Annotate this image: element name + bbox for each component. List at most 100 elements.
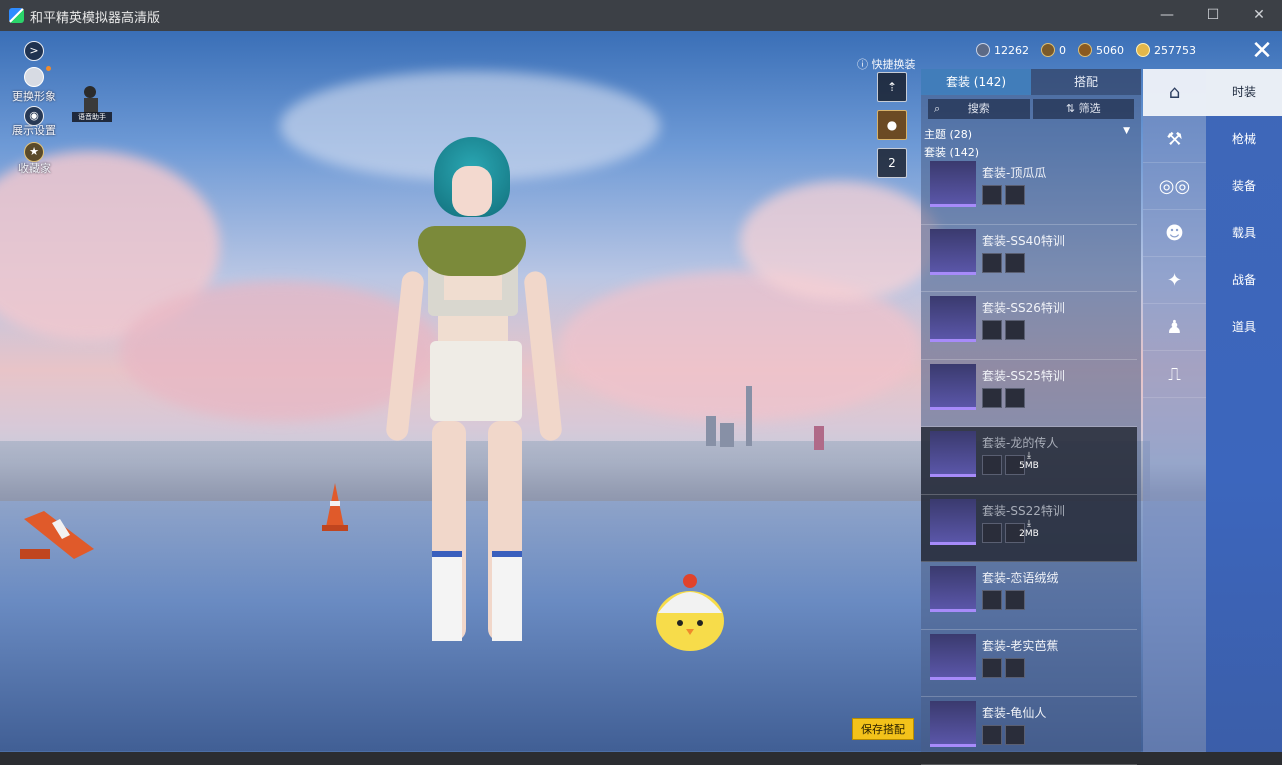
download-indicator[interactable]: ⤓ 5MB [1019,451,1039,471]
outfit-part-thumb [982,455,1002,475]
traffic-cone-icon [20,511,94,559]
theme-label: 主题 (28) [924,128,973,141]
figure-icon[interactable]: ♟ [1143,304,1206,351]
outfit-parts [982,657,1025,678]
locked-slot-button[interactable]: ● [877,110,907,140]
outfit-list-item[interactable]: 套装-恋语绒绒 [921,562,1137,630]
outfit-thumbnail [930,228,976,275]
player-character [372,131,572,691]
vehicle-icon[interactable]: ✦ [1143,257,1206,304]
change-avatar-label[interactable]: 更换形象 [12,88,56,104]
coin-bronze-icon [1041,43,1055,57]
outfit-part-thumb [982,590,1002,610]
character-shorts [430,341,522,421]
outfit-part-thumb [1005,590,1025,610]
assistant-avatar-icon [84,86,98,114]
outfit-thumbnail [930,296,976,342]
outfit-list-item[interactable]: 套装-龟仙人 [921,697,1137,765]
outfit-list-item[interactable]: 套装-龙的传人 ⤓ 5MB [921,427,1137,495]
app-window: 和平精英模拟器高清版 — ☐ ✕ > 更换形象 ◉ 展示设置 ★ 收藏家 语音助… [0,0,1282,765]
boots-icon[interactable]: ⎍ [1143,351,1206,398]
outfit-list-item[interactable]: 套装-SS22特训 ⤓ 2MB [921,494,1137,562]
outfit-part-thumb [1005,185,1025,205]
tower-shape [814,426,824,450]
close-window-button[interactable]: ✕ [1236,0,1282,31]
character-arm [385,270,425,442]
assistant-label: 语音助手 [72,112,112,122]
goggles-icon[interactable]: ◎◎ [1143,163,1206,210]
outfit-name: 套装-顶瓜瓜 [982,166,1047,180]
search-icon: ⌕ [934,102,941,115]
tab-outfits[interactable]: 套装 (142) [921,69,1031,95]
theme-dropdown[interactable]: 主题 (28) ▼ [924,126,1136,141]
chick-pet-icon [656,574,724,651]
outfit-parts [982,387,1025,408]
outfit-name: 套装-SS22特训 [982,503,1065,518]
save-combo-button[interactable]: 保存搭配 [852,718,914,740]
currency-item: 257753 [1136,43,1196,57]
outfit-thumbnail [930,566,976,612]
outfit-icon[interactable]: ⌂ [1143,69,1206,116]
outfit-parts [982,320,1025,340]
category-tab[interactable]: 枪械 [1206,116,1282,163]
currency-value: 12262 [994,43,1029,57]
character-scarf [418,226,526,276]
outfit-parts [982,185,1025,205]
weapon-icon[interactable]: ⚒ [1143,116,1206,163]
outfit-list-item[interactable]: 套装-SS40特训 [921,225,1137,292]
outfit-part-thumb [982,522,1002,543]
outfit-list-item[interactable]: 套装-顶瓜瓜 [921,157,1137,225]
coin-gold-icon [1136,43,1150,57]
outfit-thumbnail [930,161,976,207]
voice-assistant[interactable]: 语音助手 [72,84,112,124]
collector-label[interactable]: 收藏家 [18,160,51,176]
tower-shape [706,416,716,446]
outfit-thumbnail [930,498,976,545]
hanger-slot-1-button[interactable]: ⇡ [877,72,907,102]
outfit-name: 套装-老实芭蕉 [982,638,1059,653]
category-tab[interactable]: 道具 [1206,304,1282,351]
expand-chevron-icon[interactable]: > [24,41,44,61]
outfit-name: 套装-龙的传人 [982,436,1059,450]
quick-change-label[interactable]: ⓘ 快捷换装 [857,56,916,72]
category-tab[interactable]: 装备 [1206,163,1282,210]
tab-combos[interactable]: 搭配 [1031,69,1141,95]
window-title: 和平精英模拟器高清版 [30,11,161,26]
outfit-parts [982,725,1025,745]
quick-change-text: 快捷换装 [871,58,916,71]
outfit-part-thumb [1005,657,1025,678]
category-text-column: 时装 枪械 装备 载具 战备 道具 [1206,69,1282,752]
character-sock [492,551,522,641]
currency-bar: 12262 0 5060 257753 [976,40,1196,60]
outfit-list-item[interactable]: 套装-老实芭蕉 [921,630,1137,697]
currency-value: 257753 [1154,43,1196,57]
minimize-button[interactable]: — [1144,0,1190,31]
character-arm [523,270,563,442]
character-face [452,166,492,216]
category-tab[interactable]: 战备 [1206,257,1282,304]
download-icon: ⤓ [1027,518,1031,529]
filter-icon: ⇅ [1065,102,1079,115]
download-indicator[interactable]: ⤓ 2MB [1019,519,1039,539]
category-tab[interactable]: 时装 [1206,69,1282,116]
mask-icon[interactable]: ☻ [1143,210,1206,257]
filter-button[interactable]: ⇅ 筛选 [1032,99,1134,119]
search-button[interactable]: ⌕ 搜索 [928,99,1030,119]
close-wardrobe-button[interactable]: ✕ [1244,38,1280,66]
outfit-panel: 套装 (142) 搭配 ⌕ 搜索 ⇅ 筛选 主题 (28) ▼ 套装 (142)… [921,69,1141,765]
avatar-icon[interactable] [24,67,44,87]
category-tab[interactable]: 载具 [1206,210,1282,257]
outfit-list-item[interactable]: 套装-SS26特训 [921,292,1137,360]
hanger-slot-2-button[interactable]: 2 [877,148,907,178]
outfit-name: 套装-龟仙人 [982,706,1047,720]
app-icon [9,8,24,23]
maximize-button[interactable]: ☐ [1190,0,1236,31]
category-icon-column: ⌂ ⚒ ◎◎ ☻ ✦ ♟ ⎍ [1143,69,1206,752]
outfit-list-item[interactable]: 套装-SS25特训 [921,360,1137,427]
outfit-thumbnail [930,633,976,680]
display-settings-label[interactable]: 展示设置 [12,122,56,138]
character-sock [432,551,462,641]
tower-shape [720,423,734,447]
outfit-list: 套装-顶瓜瓜 套装-SS40特训 套装-SS26特训 套装-SS25特训 套装-龙的传人… [921,157,1141,765]
collector-icon[interactable]: ★ [24,142,44,162]
